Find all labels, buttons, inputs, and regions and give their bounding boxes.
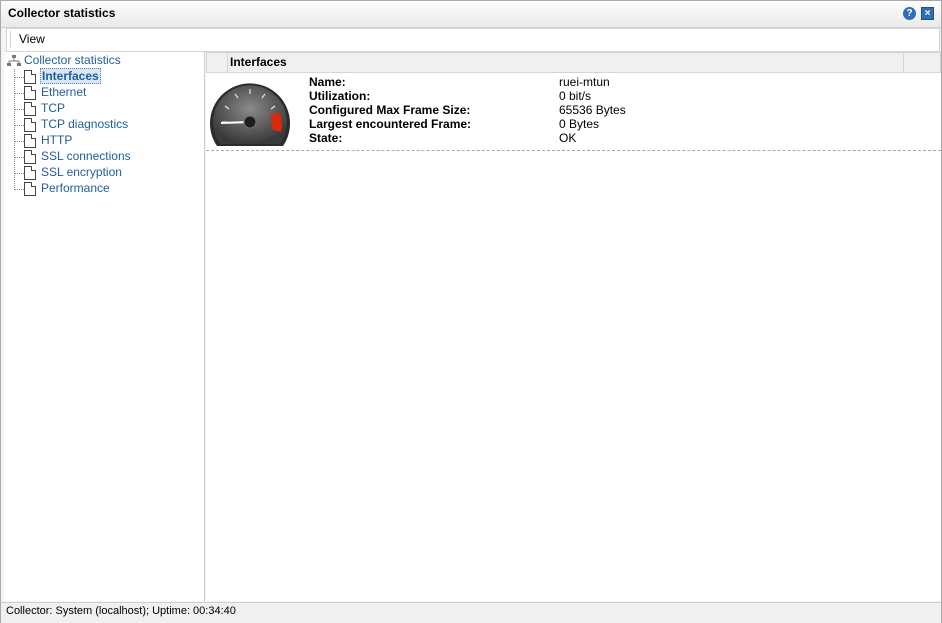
property-value: ruei-mtun: [559, 75, 610, 89]
document-icon: [24, 134, 36, 148]
property-row: Largest encountered Frame: 0 Bytes: [309, 117, 709, 131]
document-icon: [24, 86, 36, 100]
collector-statistics-window: Collector statistics ? × View Collector …: [0, 0, 942, 623]
property-label: Name:: [309, 75, 346, 89]
property-value: 65536 Bytes: [559, 103, 626, 117]
tree-item-ssl-encryption[interactable]: SSL encryption: [14, 165, 194, 181]
property-value: 0 Bytes: [559, 117, 600, 131]
title-bar: Collector statistics ? ×: [1, 1, 941, 28]
tree-item-label: TCP diagnostics: [41, 117, 129, 131]
tree-item-label: SSL encryption: [41, 165, 122, 179]
property-row: Utilization: 0 bit/s: [309, 89, 709, 103]
panel-header: Interfaces: [206, 52, 941, 73]
tree-branch: [14, 189, 24, 190]
menu-bar: View: [6, 28, 940, 52]
tree-branch: [14, 125, 24, 126]
tree-item-performance[interactable]: Performance: [14, 181, 194, 197]
document-icon: [24, 150, 36, 164]
status-text: Collector: System (localhost); Uptime: 0…: [6, 605, 236, 617]
tree-branch: [14, 141, 24, 142]
panel-title: Interfaces: [230, 55, 287, 69]
tree-branch: [14, 173, 24, 174]
network-tree-icon: [7, 55, 21, 66]
tree-item-label: HTTP: [41, 133, 73, 147]
tree-branch: [14, 157, 24, 158]
property-label: State:: [309, 131, 343, 145]
property-value: OK: [559, 131, 577, 145]
tree-branch: [14, 77, 24, 78]
property-label: Configured Max Frame Size:: [309, 103, 471, 117]
content-panel: Interfaces Name: ruei-mtun Utilization: …: [206, 52, 941, 601]
tree-item-ssl-connections[interactable]: SSL connections: [14, 149, 194, 165]
status-bar: Collector: System (localhost); Uptime: 0…: [1, 602, 941, 623]
property-row: Name: ruei-mtun: [309, 75, 709, 89]
close-icon[interactable]: ×: [921, 7, 934, 20]
document-icon: [24, 166, 36, 180]
section-divider: [206, 150, 941, 151]
document-icon: [24, 118, 36, 132]
property-value: 0 bit/s: [559, 89, 592, 103]
tree-item-tcp-diagnostics[interactable]: TCP diagnostics: [14, 117, 194, 133]
property-row: State: OK: [309, 131, 709, 145]
menu-grip: [10, 31, 13, 48]
tree-item-interfaces[interactable]: Interfaces: [14, 68, 194, 85]
tree-branch: [14, 93, 24, 94]
interface-properties: Name: ruei-mtun Utilization: 0 bit/s Con…: [309, 75, 709, 145]
document-icon: [24, 70, 36, 84]
help-icon[interactable]: ?: [903, 7, 916, 20]
tree-item-label: Performance: [41, 181, 110, 195]
tree-item-http[interactable]: HTTP: [14, 133, 194, 149]
tree-item-ethernet[interactable]: Ethernet: [14, 85, 194, 101]
document-icon: [24, 182, 36, 196]
tree-item-tcp[interactable]: TCP: [14, 101, 194, 117]
property-row: Configured Max Frame Size: 65536 Bytes: [309, 103, 709, 117]
window-title: Collector statistics: [8, 6, 116, 20]
view-menu[interactable]: View: [19, 32, 45, 46]
header-divider: [903, 53, 904, 72]
tree-branch: [14, 109, 24, 110]
property-label: Utilization:: [309, 89, 371, 103]
document-icon: [24, 102, 36, 116]
tree-item-label: TCP: [41, 101, 65, 115]
tree-item-label: SSL connections: [41, 149, 131, 163]
header-divider: [227, 53, 228, 72]
speedometer-gauge-icon: [210, 83, 290, 146]
tree-item-label: Ethernet: [41, 85, 87, 99]
property-label: Largest encountered Frame:: [309, 117, 472, 131]
tree-item-label: Interfaces: [40, 68, 101, 84]
tree-sidebar: Collector statistics Interfaces Ethernet…: [4, 52, 205, 601]
tree-root-label: Collector statistics: [24, 53, 121, 67]
